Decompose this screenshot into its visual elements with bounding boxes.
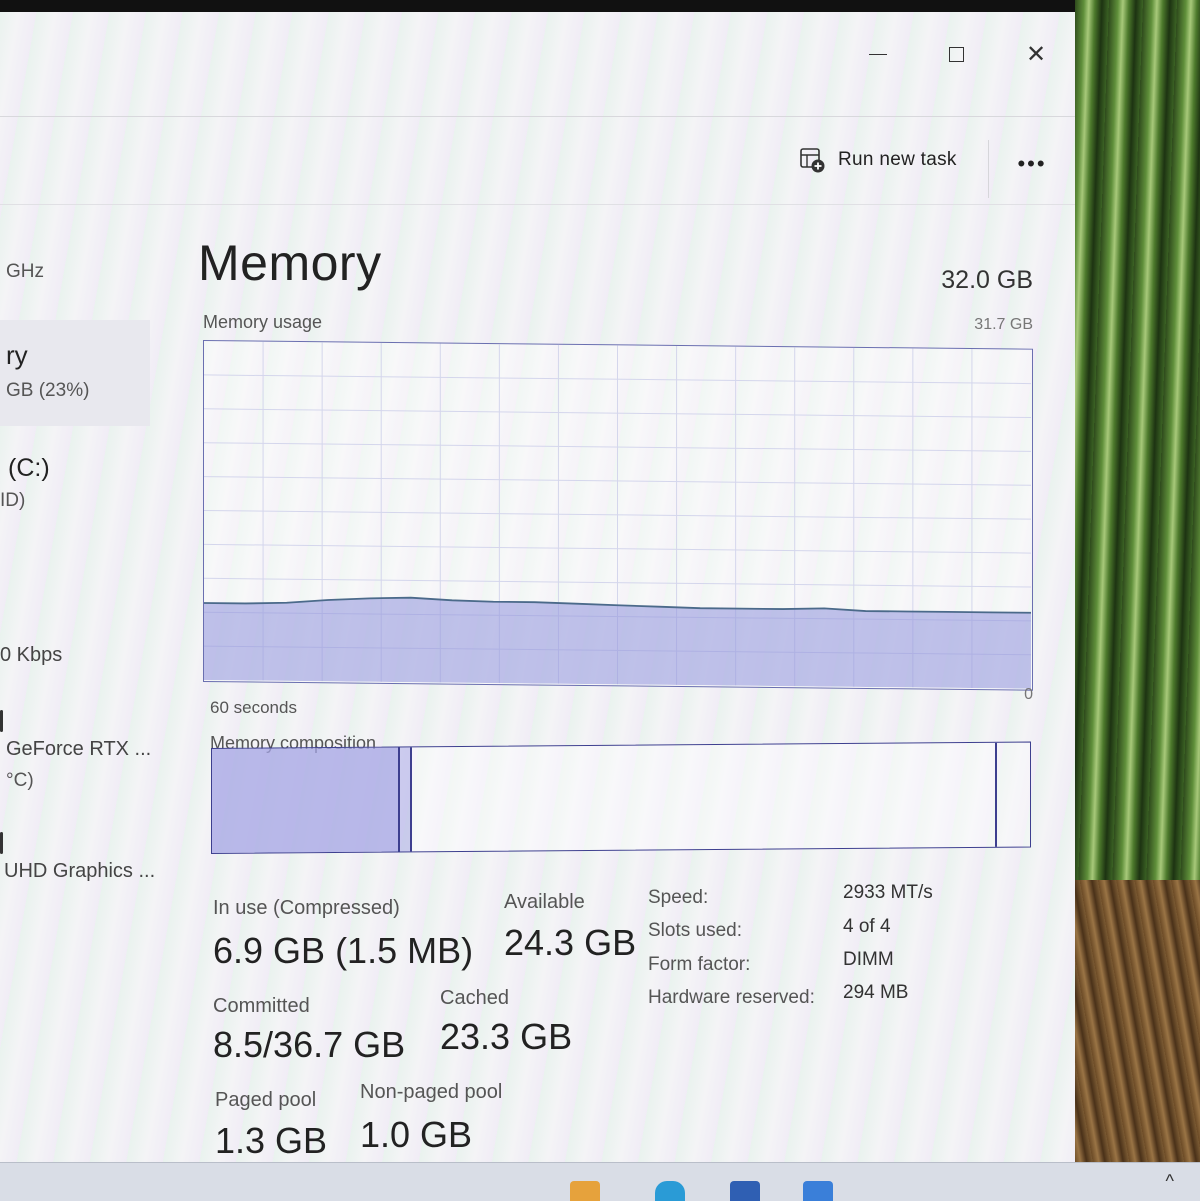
memory-usage-chart <box>203 340 1033 691</box>
wallpaper-ground <box>1075 880 1200 1165</box>
edge-browser-icon[interactable] <box>655 1181 685 1201</box>
memory-usage-max: 31.7 GB <box>974 316 1033 333</box>
page-title: Memory <box>198 235 382 291</box>
file-explorer-icon[interactable] <box>570 1181 600 1201</box>
sidebar-item-gpu0-detail: °C) <box>6 770 34 791</box>
composition-free[interactable] <box>997 743 1028 847</box>
composition-in-use[interactable] <box>212 747 401 853</box>
close-icon: ✕ <box>1025 40 1047 68</box>
sidebar-item-disk-detail: ID) <box>0 490 26 511</box>
chart-axis-right-label: 0 <box>1024 686 1033 703</box>
app-icon[interactable] <box>803 1181 833 1201</box>
minimize-button[interactable] <box>848 34 908 74</box>
chart-axis-left-label: 60 seconds <box>210 698 297 717</box>
sidebar-item-gpu1[interactable]: UHD Graphics ... <box>0 852 180 902</box>
sidebar-item-memory-detail: GB (23%) <box>6 380 90 401</box>
titlebar-divider <box>0 116 1075 117</box>
memory-usage-area <box>204 597 1031 689</box>
in-use-value: 6.9 GB (1.5 MB) <box>213 930 474 971</box>
hardware-reserved-label: Hardware reserved: <box>648 987 815 1008</box>
non-paged-pool-value: 1.0 GB <box>360 1114 473 1155</box>
speed-label: Speed: <box>648 887 709 908</box>
sidebar-item-gpu0-title: GeForce RTX ... <box>6 738 152 760</box>
sidebar-item-network-detail: 0 Kbps <box>0 644 63 666</box>
sidebar-item-cpu[interactable]: GHz <box>0 252 180 312</box>
chart-series <box>204 596 1031 689</box>
command-bar-divider <box>0 204 1075 205</box>
sidebar-item-cpu-detail: GHz <box>6 261 44 282</box>
hardware-reserved-value: 294 MB <box>843 982 909 1003</box>
minimize-icon <box>869 53 887 55</box>
committed-value: 8.5/36.7 GB <box>213 1024 406 1065</box>
close-button[interactable]: ✕ <box>1006 34 1066 74</box>
form-factor-value: DIMM <box>843 949 894 970</box>
paged-pool-label: Paged pool <box>215 1089 317 1111</box>
slots-used-value: 4 of 4 <box>843 916 891 937</box>
memory-composition-bar <box>211 741 1031 854</box>
available-label: Available <box>504 891 585 913</box>
sidebar-item-disk[interactable]: (C:) ID) <box>0 442 180 522</box>
cached-value: 23.3 GB <box>440 1016 573 1057</box>
non-paged-pool-label: Non-paged pool <box>360 1081 503 1103</box>
composition-modified[interactable] <box>400 747 413 852</box>
title-bar: ✕ <box>0 12 1075 100</box>
available-value: 24.3 GB <box>504 922 637 963</box>
sidebar-item-disk-title: (C:) <box>8 454 50 482</box>
speed-value: 2933 MT/s <box>843 882 933 903</box>
sidebar-item-gpu1-title: UHD Graphics ... <box>4 860 156 882</box>
cached-label: Cached <box>440 987 509 1009</box>
maximize-icon <box>948 46 964 62</box>
sidebar-item-network[interactable]: 0 Kbps <box>0 632 180 682</box>
store-icon[interactable] <box>730 1181 760 1201</box>
form-factor-label: Form factor: <box>648 954 751 975</box>
paged-pool-value: 1.3 GB <box>215 1120 328 1161</box>
command-separator <box>988 140 989 198</box>
more-options-icon: ••• <box>1017 151 1047 176</box>
committed-label: Committed <box>213 995 310 1017</box>
screen-bezel <box>0 0 1200 12</box>
sidebar-item-gpu0[interactable]: GeForce RTX ... °C) <box>0 722 180 802</box>
memory-usage-label: Memory usage <box>203 312 323 332</box>
run-new-task-button[interactable]: Run new task <box>798 140 957 180</box>
sidebar-item-memory[interactable]: ry GB (23%) <box>0 320 150 426</box>
slots-used-label: Slots used: <box>648 920 742 941</box>
run-new-task-label: Run new task <box>838 149 957 170</box>
total-memory: 32.0 GB <box>941 266 1033 294</box>
memory-usage-plot <box>204 341 1031 689</box>
composition-standby[interactable] <box>412 742 998 852</box>
task-manager-window: ✕ Run new task ••• GHz ry GB (23%) (C:) … <box>0 12 1075 1162</box>
more-options-button[interactable]: ••• <box>1012 144 1052 184</box>
taskbar: ^ <box>0 1162 1200 1201</box>
performance-sidebar: GHz ry GB (23%) (C:) ID) 0 Kbps GeForce … <box>0 212 180 972</box>
sidebar-item-memory-title: ry <box>6 340 28 370</box>
maximize-button[interactable] <box>926 34 986 74</box>
in-use-label: In use (Compressed) <box>213 897 400 919</box>
tray-chevron-icon[interactable]: ^ <box>1166 1171 1174 1192</box>
run-task-icon <box>800 148 825 173</box>
sidebar-gpu1-marker <box>0 832 3 854</box>
